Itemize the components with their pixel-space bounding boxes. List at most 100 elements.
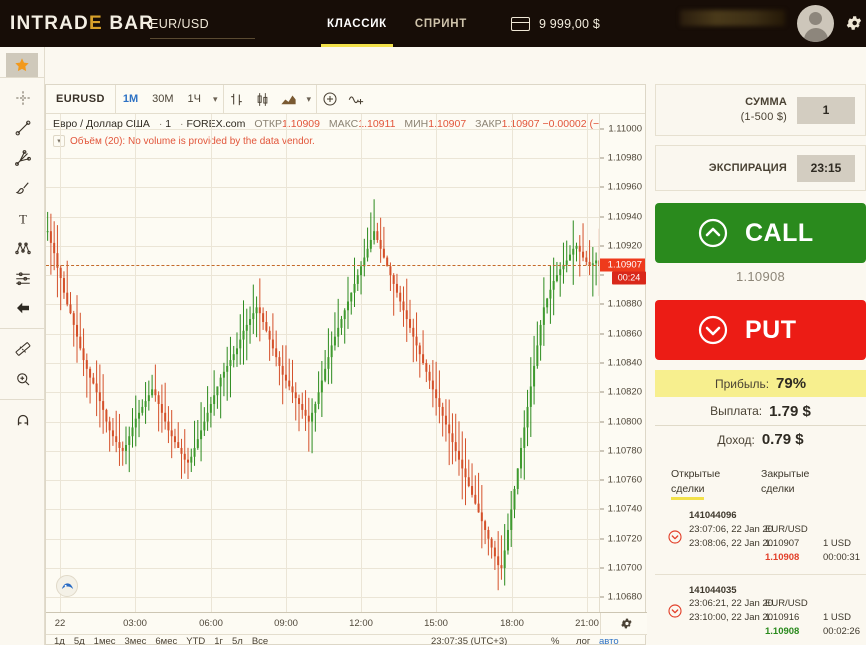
timeframe-chevron-down-icon[interactable]: ▾: [208, 94, 223, 105]
tab-sprint[interactable]: СПРИНТ: [401, 0, 481, 47]
range-option[interactable]: 1мес: [94, 636, 116, 645]
price-axis-label: 1.10820: [608, 387, 642, 398]
magnet-icon[interactable]: [0, 405, 45, 435]
chart-symbol-label: EURUSD: [56, 93, 105, 105]
range-option[interactable]: 1д: [54, 636, 65, 645]
bar-chart-type-icon[interactable]: [224, 85, 250, 114]
star-favorites-icon[interactable]: [6, 53, 38, 77]
tab-classic[interactable]: КЛАССИК: [313, 0, 401, 47]
trade-close-price: 1.10908: [765, 625, 823, 639]
chevron-down-circle-icon: [697, 314, 729, 346]
income-value: 0.79 $: [762, 431, 804, 448]
expiration-input[interactable]: 23:15: [797, 155, 855, 182]
text-tool-icon[interactable]: T: [0, 203, 45, 233]
price-axis[interactable]: 1.110001.109801.109601.109401.109201.108…: [599, 114, 645, 612]
price-axis-tick: [600, 245, 604, 246]
amount-label: СУММА: [741, 95, 787, 110]
range-option[interactable]: 6мес: [155, 636, 177, 645]
payout-label: Выплата:: [710, 404, 762, 418]
time-axis-label: 12:00: [349, 618, 373, 629]
amount-card: СУММА (1-500 $) 1: [655, 84, 866, 136]
log-scale-toggle[interactable]: лог: [576, 636, 590, 645]
percent-toggle[interactable]: %: [551, 636, 559, 645]
price-axis-tick: [600, 597, 604, 598]
amount-range-label: (1-500 $): [741, 110, 787, 125]
chart-plot-area[interactable]: [46, 114, 601, 612]
timeframe-1h[interactable]: 1Ч: [181, 85, 208, 114]
trade-remaining: 00:02:26: [823, 625, 866, 639]
forecast-icon[interactable]: [0, 263, 45, 293]
settings-gear-icon[interactable]: [845, 14, 863, 32]
time-axis-label: 09:00: [274, 618, 298, 629]
tab-closed-trades-line2: сделки: [761, 482, 823, 497]
pitchfork-icon[interactable]: [0, 143, 45, 173]
timeframe-1m[interactable]: 1M: [116, 85, 145, 114]
put-down-circle-icon: [667, 529, 683, 545]
crosshair-cursor-icon[interactable]: [0, 83, 45, 113]
tab-classic-label: КЛАССИК: [327, 18, 387, 30]
trade-spacer-2: [689, 551, 765, 565]
current-quote-value: 1.10908: [736, 269, 785, 284]
time-axis[interactable]: 2203:0006:0009:0012:0015:0018:0021:00: [46, 612, 647, 634]
time-axis-label: 03:00: [123, 618, 147, 629]
rail-group-magnet: [0, 399, 44, 440]
range-option[interactable]: 3мес: [125, 636, 147, 645]
tab-open-trades[interactable]: Открытые сделки: [671, 467, 733, 500]
ruler-measure-icon[interactable]: [0, 334, 45, 364]
candlestick-type-icon[interactable]: [250, 85, 276, 114]
price-axis-tick: [600, 538, 604, 539]
price-axis-label: 1.10840: [608, 358, 642, 369]
income-label: Доход:: [717, 433, 754, 447]
add-indicator-icon[interactable]: [317, 85, 343, 114]
balance-widget[interactable]: 9 999,00 $: [511, 17, 600, 31]
chart-clock: 23:07:35 (UTC+3): [431, 636, 507, 645]
price-axis-label: 1.10940: [608, 211, 642, 222]
range-option[interactable]: Все: [252, 636, 268, 645]
trend-line-icon[interactable]: [0, 113, 45, 143]
tradingview-logo-icon[interactable]: [56, 575, 78, 597]
range-option[interactable]: YTD: [186, 636, 205, 645]
compare-symbol-icon[interactable]: [343, 85, 369, 114]
range-option[interactable]: 1г: [214, 636, 223, 645]
tab-open-trades-line1: Открытые: [671, 467, 733, 482]
trade-list-item[interactable]: 14104403523:06:21, 22 Jan 20EUR/USD23:10…: [655, 574, 866, 645]
call-button[interactable]: CALL: [655, 203, 866, 263]
brand-logo-part2: BAR: [103, 13, 154, 34]
trade-id: 141044035: [689, 584, 866, 598]
timeframe-30m[interactable]: 30M: [145, 85, 180, 114]
chart-symbol-button[interactable]: EURUSD: [46, 85, 116, 114]
put-button-label: PUT: [745, 316, 797, 345]
price-axis-tick: [600, 275, 604, 276]
tab-open-trades-line2: сделки: [671, 482, 704, 500]
brush-icon[interactable]: [0, 173, 45, 203]
header-pair-selector[interactable]: EUR/USD: [150, 0, 265, 47]
amount-input[interactable]: 1: [797, 97, 855, 124]
price-axis-tick: [600, 333, 604, 334]
elliott-wave-icon[interactable]: [0, 233, 45, 263]
trade-tabs: Открытые сделки Закрытые сделки: [655, 467, 866, 500]
brand-logo[interactable]: INTRADE BAR: [10, 13, 128, 35]
expiry-countdown-badge: 00:24: [612, 271, 646, 284]
price-axis-tick: [600, 509, 604, 510]
range-option[interactable]: 5д: [74, 636, 85, 645]
range-option[interactable]: 5л: [232, 636, 243, 645]
trade-list-item[interactable]: 14104409623:07:06, 22 Jan 20EUR/USD23:08…: [655, 500, 866, 573]
auto-scale-toggle[interactable]: авто: [599, 636, 619, 645]
price-axis-label: 1.10720: [608, 533, 642, 544]
area-chart-type-icon[interactable]: [276, 85, 302, 114]
chart-panel: EURUSD 1M 30M 1Ч ▾ ▾ Евро / Долла: [45, 84, 646, 645]
price-axis-label: 1.10700: [608, 563, 642, 574]
redacted-field: [680, 10, 785, 26]
trade-close-time: 23:08:06, 22 Jan 20: [689, 537, 765, 551]
chart-settings-gear-icon[interactable]: [620, 617, 634, 631]
tab-closed-trades[interactable]: Закрытые сделки: [761, 467, 823, 500]
candlestick-series: [46, 114, 601, 612]
charttype-chevron-down-icon[interactable]: ▾: [302, 94, 317, 105]
zoom-in-icon[interactable]: [0, 364, 45, 394]
put-button[interactable]: PUT: [655, 300, 866, 360]
range-selector-bar[interactable]: 1д 5д 1мес 3мес 6мес YTD 1г 5л Все 23:07:35 (UTC+…: [46, 634, 647, 645]
amount-label-block: СУММА (1-500 $): [741, 95, 787, 125]
time-axis-label: 15:00: [424, 618, 448, 629]
user-avatar-icon[interactable]: [797, 5, 834, 42]
arrow-marker-icon[interactable]: [0, 293, 45, 323]
